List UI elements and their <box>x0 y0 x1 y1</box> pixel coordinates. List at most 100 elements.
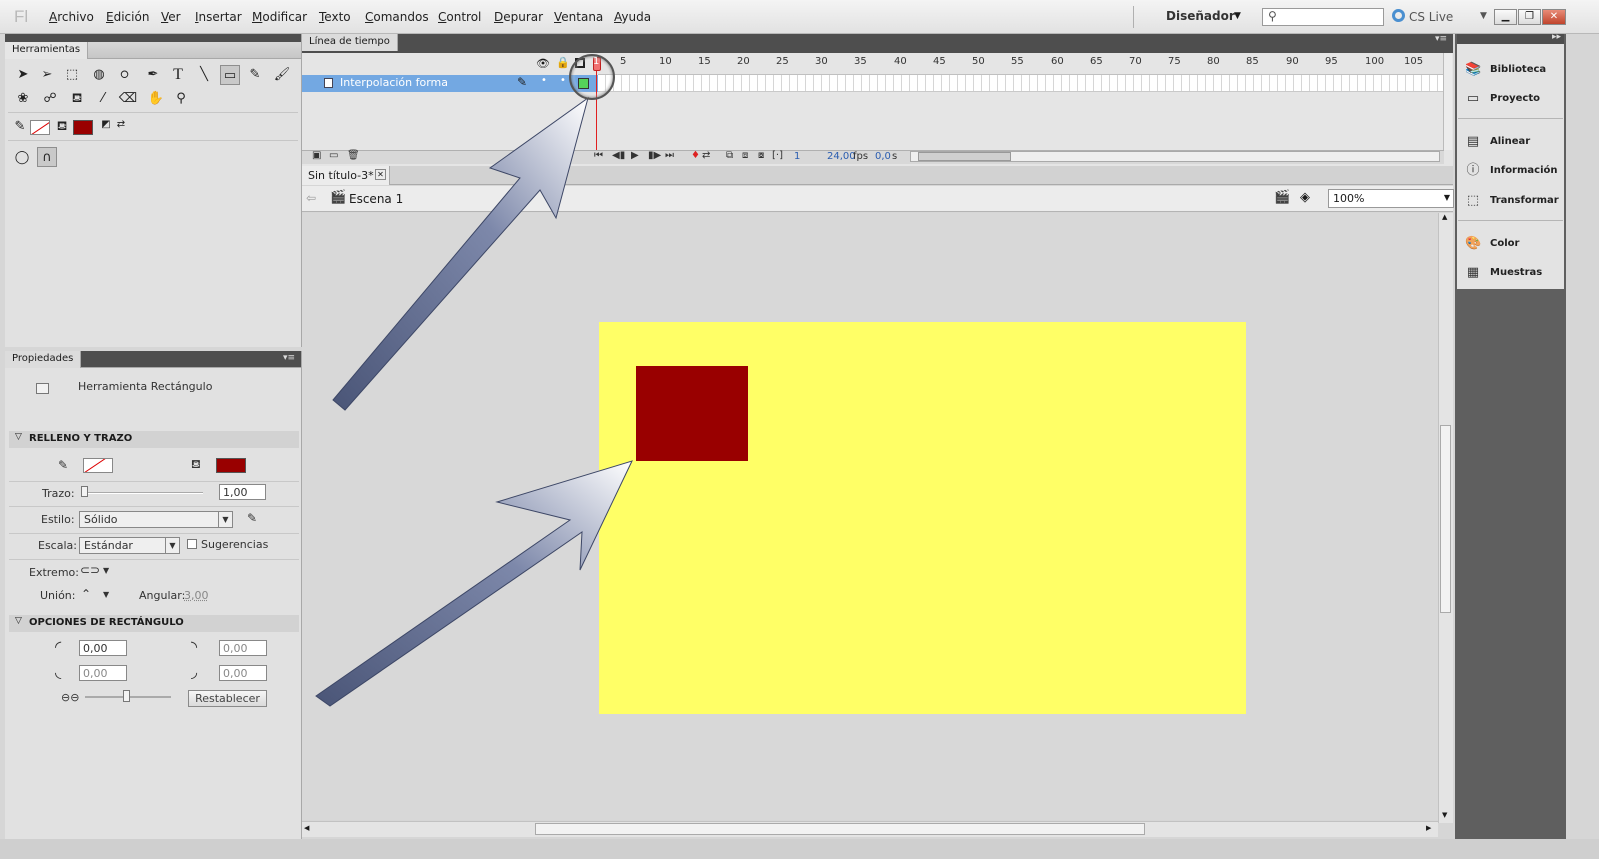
menu-insertar[interactable]: Insertar <box>195 10 242 24</box>
text-tool-icon[interactable]: T <box>168 65 188 85</box>
search-input[interactable] <box>1262 8 1384 26</box>
trazo-slider-thumb[interactable] <box>81 486 88 497</box>
tab-linea-de-tiempo[interactable]: Línea de tiempo <box>302 34 398 51</box>
onion-skin-icon[interactable]: ⧉ <box>726 150 733 161</box>
edit-symbols-icon[interactable]: ◈ <box>1300 190 1310 205</box>
stroke-color-swatch[interactable] <box>83 458 113 473</box>
panel-menu-icon[interactable]: ▾≡ <box>283 353 295 363</box>
scene-name[interactable]: Escena 1 <box>349 192 403 206</box>
zoom-tool-icon[interactable]: ⚲ <box>171 89 191 109</box>
corner-top-right-input[interactable]: 0,00 <box>219 640 267 656</box>
document-tab[interactable]: Sin título-3* ✕ <box>302 166 390 185</box>
hand-tool-icon[interactable]: ✋ <box>146 89 166 109</box>
scroll-right-icon[interactable]: ▶ <box>1426 824 1431 832</box>
dock-alinear[interactable]: Alinear <box>1490 136 1530 147</box>
menu-texto[interactable]: Texto <box>319 10 351 24</box>
rectangle-tool-icon[interactable]: ▭ <box>220 65 240 85</box>
current-frame[interactable]: 1 <box>794 151 800 162</box>
dock-proyecto[interactable]: Proyecto <box>1490 93 1540 104</box>
brush-tool-icon[interactable]: 🖌 <box>272 65 292 85</box>
selection-tool-icon[interactable]: ➤ <box>13 65 33 85</box>
outline-icon[interactable] <box>575 58 585 68</box>
new-layer-icon[interactable]: ▣ <box>312 150 321 161</box>
estilo-select[interactable]: Sólido ▼ <box>79 511 233 528</box>
corner-bottom-right-input[interactable]: 0,00 <box>219 665 267 681</box>
menu-archivo[interactable]: Archivo <box>49 10 94 24</box>
object-drawing-icon[interactable]: ◯ <box>12 148 32 168</box>
angular-value[interactable]: 3,00 <box>184 589 209 602</box>
frame-ruler[interactable]: 1 5 10 15 20 25 30 35 40 45 50 55 60 65 … <box>593 55 1444 75</box>
minimize-button[interactable]: ▁ <box>1494 9 1517 25</box>
fill-color-swatch[interactable] <box>73 120 93 135</box>
keyframe-marker[interactable] <box>578 78 589 89</box>
join-style-icon[interactable]: ⌃ <box>81 587 91 601</box>
stroke-color-swatch[interactable] <box>30 120 50 135</box>
menu-control[interactable]: Control <box>438 10 481 24</box>
escala-select[interactable]: Estándar ▼ <box>79 537 180 554</box>
swap-colors-icon[interactable]: ⇄ <box>111 115 131 135</box>
workspace-switcher[interactable]: Diseñador <box>1166 9 1235 23</box>
subselection-tool-icon[interactable]: ➢ <box>37 65 57 85</box>
stage-horizontal-thumb[interactable] <box>535 823 1145 835</box>
chevron-down-icon[interactable]: ▼ <box>103 590 109 599</box>
trazo-input[interactable]: 1,00 <box>219 484 266 500</box>
menu-ayuda[interactable]: Ayuda <box>614 10 651 24</box>
scroll-up-icon[interactable]: ▲ <box>1442 213 1447 221</box>
timeline-vertical-scrollbar[interactable] <box>1443 53 1452 150</box>
edit-scene-icon[interactable]: 🎬 <box>1274 190 1290 205</box>
menu-edicion[interactable]: Edición <box>106 10 149 24</box>
free-transform-tool-icon[interactable]: ⬚ <box>62 65 82 85</box>
section-fill-stroke[interactable]: ▽ RELLENO Y TRAZO <box>9 431 299 448</box>
dock-biblioteca[interactable]: Biblioteca <box>1490 64 1546 75</box>
frames-row[interactable] <box>598 75 1444 92</box>
back-arrow-icon[interactable]: ⇦ <box>306 191 316 205</box>
lock-icon[interactable]: 🔒 <box>556 56 570 69</box>
lasso-tool-icon[interactable]: ഠ <box>114 65 134 85</box>
red-rectangle-shape[interactable] <box>636 366 748 461</box>
close-icon[interactable]: ✕ <box>375 169 386 180</box>
eraser-tool-icon[interactable]: ⌫ <box>118 89 138 109</box>
onion-skin-outlines-icon[interactable]: ⧈ <box>742 150 748 161</box>
expand-panels-icon[interactable]: ▸▸ <box>1552 32 1561 42</box>
chevron-down-icon[interactable]: ▼ <box>1234 11 1241 21</box>
bone-tool-icon[interactable]: ☍ <box>40 89 60 109</box>
corner-bottom-left-input[interactable]: 0,00 <box>79 665 127 681</box>
dock-muestras[interactable]: Muestras <box>1490 267 1542 278</box>
scroll-left-icon[interactable]: ◀ <box>304 824 309 832</box>
3d-rotation-tool-icon[interactable]: ◍ <box>89 65 109 85</box>
menu-ver[interactable]: Ver <box>161 10 181 24</box>
trazo-slider-track[interactable] <box>85 492 203 494</box>
section-rectangle-options[interactable]: ▽ OPCIONES DE RECTÁNGULO <box>9 615 299 632</box>
eyedropper-tool-icon[interactable]: ⁄ <box>93 89 113 109</box>
loop-icon[interactable]: ⇄ <box>702 150 710 161</box>
lock-dot[interactable]: • <box>560 75 566 86</box>
new-folder-icon[interactable]: ▭ <box>329 150 338 161</box>
chevron-down-icon[interactable]: ▼ <box>1480 11 1487 21</box>
corner-top-left-input[interactable]: 0,00 <box>79 640 127 656</box>
sugerencias-checkbox[interactable] <box>187 539 197 549</box>
zoom-select[interactable]: 100% ▼ <box>1328 189 1454 208</box>
edit-multiple-frames-icon[interactable]: ⧇ <box>758 150 764 161</box>
play-icon[interactable]: ▶ <box>631 150 639 161</box>
dock-collapse-bar[interactable]: ▸▸ <box>1457 32 1564 44</box>
panel-menu-icon[interactable]: ▾≡ <box>1435 34 1447 44</box>
layer-name[interactable]: Interpolación forma <box>340 76 448 89</box>
menu-ventana[interactable]: Ventana <box>554 10 603 24</box>
panel-collapse-bar[interactable] <box>302 34 1453 42</box>
cslive-button[interactable]: CS Live <box>1409 10 1453 24</box>
line-tool-icon[interactable]: ╲ <box>194 65 214 85</box>
menu-modificar[interactable]: Modificar <box>252 10 307 24</box>
last-frame-icon[interactable]: ⏭ <box>665 150 674 161</box>
dock-transformar[interactable]: Transformar <box>1490 195 1559 206</box>
fill-color-swatch[interactable] <box>216 458 246 473</box>
cap-style-icon[interactable]: ⊂⊃ <box>80 563 100 577</box>
tab-herramientas[interactable]: Herramientas <box>5 42 89 59</box>
tab-propiedades[interactable]: Propiedades <box>5 351 82 368</box>
restore-button[interactable]: ❐ <box>1518 9 1541 25</box>
link-corners-icon[interactable]: ⊖⊖ <box>61 691 79 704</box>
eye-icon[interactable]: 👁 <box>536 57 550 70</box>
scroll-down-icon[interactable]: ▼ <box>1442 811 1447 819</box>
stage-vertical-thumb[interactable] <box>1440 425 1451 613</box>
menu-comandos[interactable]: Comandos <box>365 10 429 24</box>
corner-slider-thumb[interactable] <box>123 690 130 702</box>
